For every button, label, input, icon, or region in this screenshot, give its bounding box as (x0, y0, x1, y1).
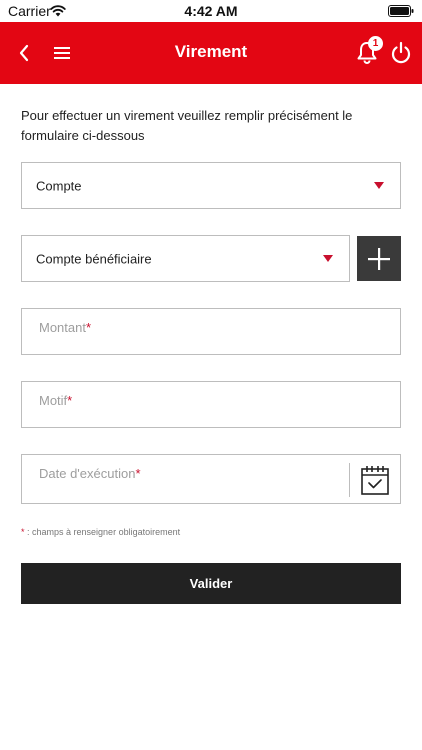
status-time: 4:42 AM (184, 3, 238, 19)
caret-down-icon (323, 254, 333, 262)
required-mark: * (85, 320, 92, 335)
logout-button[interactable] (388, 39, 414, 67)
add-beneficiary-button[interactable] (357, 236, 401, 281)
intro-text: Pour effectuer un virement veuillez remp… (21, 108, 353, 143)
battery-icon (388, 5, 414, 17)
execution-date-placeholder: Date d'exécution* (39, 466, 141, 481)
beneficiary-select-label: Compte bénéficiaire (36, 251, 152, 266)
required-mark: * (67, 393, 73, 408)
execution-date-input[interactable]: Date d'exécution* (21, 454, 401, 504)
caret-down-icon (374, 181, 384, 189)
calendar-button[interactable] (360, 463, 390, 497)
notification-badge: 1 (368, 36, 383, 51)
app-header: Virement 1 (0, 22, 422, 84)
required-fields-note: * : champs à renseigner obligatoirement (21, 527, 181, 537)
plus-icon (368, 247, 390, 270)
account-select-label: Compte (36, 178, 82, 193)
calendar-icon (361, 466, 389, 495)
amount-input[interactable]: Montant* (21, 308, 401, 355)
status-bar: Carrier 4:42 AM (0, 0, 422, 22)
beneficiary-select[interactable]: Compte bénéficiaire (21, 235, 350, 282)
submit-button[interactable]: Valider (21, 563, 401, 604)
required-mark: * (135, 466, 141, 481)
date-divider (349, 463, 350, 497)
account-select[interactable]: Compte (21, 162, 401, 209)
reason-placeholder: Motif* (39, 393, 73, 408)
reason-input[interactable]: Motif* (21, 381, 401, 428)
power-icon (391, 41, 411, 64)
amount-placeholder: Montant* (39, 320, 92, 335)
